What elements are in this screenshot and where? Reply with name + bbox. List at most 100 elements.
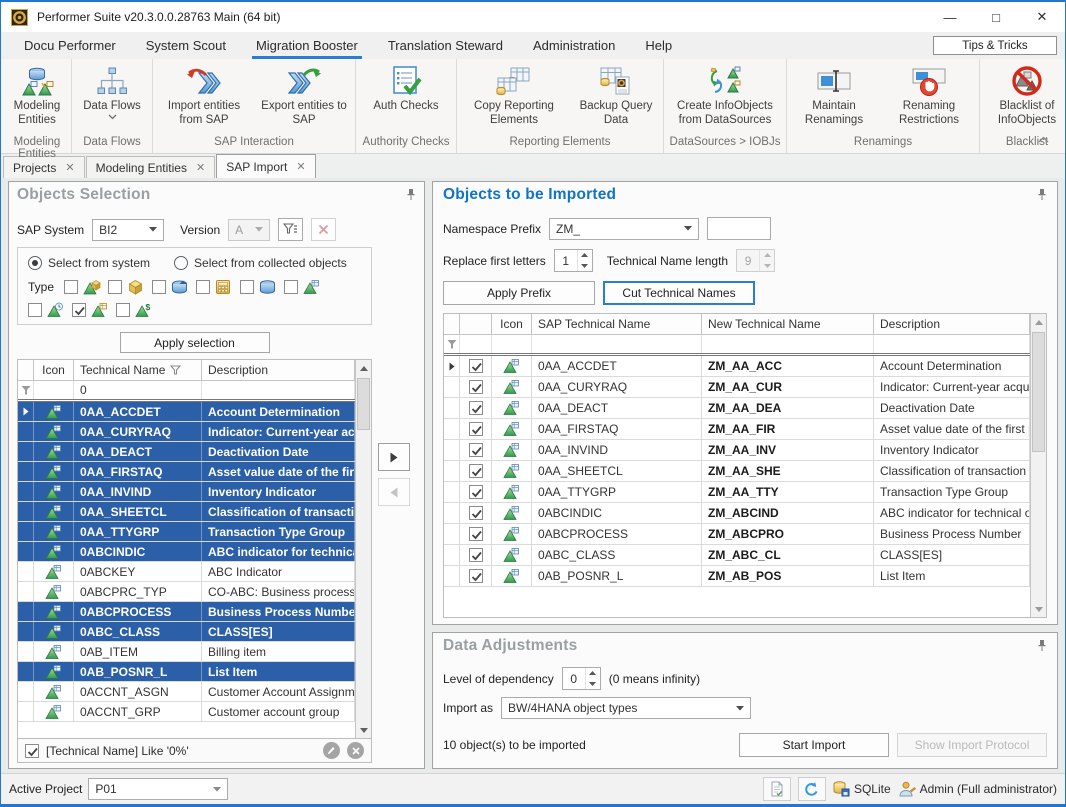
import-row-0AA_FIRSTAQ[interactable]: 0AA_FIRSTAQZM_AA_FIRAsset value date of …	[444, 419, 1030, 440]
object-row-0AB_POSNR_L[interactable]: 0AB_POSNR_LList Item	[18, 662, 355, 682]
type-filter-multiprovider[interactable]	[152, 279, 196, 295]
pin-icon[interactable]	[1037, 188, 1047, 201]
apply-selection-button[interactable]: Apply selection	[120, 332, 270, 353]
object-row-0ABC_CLASS[interactable]: 0ABC_CLASSCLASS[ES]	[18, 622, 355, 642]
database-indicator[interactable]: SQLite	[833, 781, 891, 797]
user-indicator[interactable]: Admin (Full administrator)	[898, 781, 1057, 797]
import-row-0AB_POSNR_L[interactable]: 0AB_POSNR_LZM_AB_POSList Item	[444, 566, 1030, 587]
import-row-0AA_INVIND[interactable]: 0AA_INVINDZM_AA_INVInventory Indicator	[444, 440, 1030, 461]
start-import-button[interactable]: Start Import	[739, 733, 889, 757]
refresh-button[interactable]	[798, 777, 826, 801]
clear-filter-button[interactable]	[311, 218, 336, 241]
ribbon-backup-query-data[interactable]: Backup Query Data	[570, 60, 662, 132]
object-row-0AA_TTYGRP[interactable]: 0AA_TTYGRPTransaction Type Group	[18, 522, 355, 542]
ribbon-auth-checks[interactable]: Auth Checks	[357, 60, 455, 132]
type-filter-cube[interactable]	[108, 279, 152, 295]
type-filter-characteristic-attr[interactable]	[72, 302, 116, 318]
import-checkbox[interactable]	[469, 485, 483, 499]
import-checkbox[interactable]	[469, 464, 483, 478]
filter-cell-technical-name[interactable]: 0	[74, 381, 202, 399]
checkbox[interactable]	[108, 280, 122, 294]
filter-settings-button[interactable]	[278, 218, 303, 241]
import-checkbox[interactable]	[469, 569, 483, 583]
type-filter-datastore[interactable]	[240, 279, 284, 295]
maximize-button[interactable]: □	[973, 2, 1019, 32]
column-header-description[interactable]: Description	[202, 360, 355, 380]
object-row-0ABCINDIC[interactable]: 0ABCINDICABC indicator for technical o..…	[18, 542, 355, 562]
protocol-document-button[interactable]	[763, 777, 791, 801]
level-of-dependency-stepper[interactable]: 0	[562, 667, 601, 690]
apply-prefix-button[interactable]: Apply Prefix	[443, 281, 595, 305]
import-checkbox[interactable]	[469, 380, 483, 394]
tab-close-icon[interactable]: ✕	[65, 161, 74, 174]
menu-translation-steward[interactable]: Translation Steward	[373, 32, 518, 59]
object-row-0ABCPROCESS[interactable]: 0ABCPROCESSBusiness Process Number	[18, 602, 355, 622]
filter-row-funnel-icon[interactable]	[18, 381, 34, 399]
sap-system-combo[interactable]: BI2	[92, 219, 164, 241]
object-row-0AB_ITEM[interactable]: 0AB_ITEMBilling item	[18, 642, 355, 662]
ribbon-maintain-renamings[interactable]: Maintain Renamings	[788, 60, 880, 132]
import-checkbox[interactable]	[469, 527, 483, 541]
close-filter-icon[interactable]	[347, 742, 364, 759]
import-row-0AA_CURYRAQ[interactable]: 0AA_CURYRAQZM_AA_CURIndicator: Current-y…	[444, 377, 1030, 398]
column-header-technical-name[interactable]: Technical Name	[74, 360, 202, 380]
column-header-checkbox[interactable]	[460, 314, 492, 334]
tab-modeling-entities[interactable]: Modeling Entities✕	[86, 156, 216, 178]
pin-icon[interactable]	[406, 188, 416, 201]
menu-help[interactable]: Help	[630, 32, 687, 59]
radio-select-from-collected-objects[interactable]: Select from collected objects	[174, 256, 347, 270]
object-row-0AA_CURYRAQ[interactable]: 0AA_CURYRAQIndicator: Current-year acqu.…	[18, 422, 355, 442]
import-checkbox[interactable]	[469, 548, 483, 562]
minimize-button[interactable]: —	[927, 2, 973, 32]
ribbon-data-flows[interactable]: Data Flows	[73, 60, 151, 132]
technical-name-length-stepper[interactable]: 9	[736, 249, 775, 272]
move-right-button[interactable]	[378, 443, 410, 471]
object-row-0ACCNT_ASGN[interactable]: 0ACCNT_ASGNCustomer Account Assignme...	[18, 682, 355, 702]
replace-first-letters-stepper[interactable]: 1	[554, 249, 593, 272]
import-row-0AA_DEACT[interactable]: 0AA_DEACTZM_AA_DEADeactivation Date	[444, 398, 1030, 419]
import-checkbox[interactable]	[469, 506, 483, 520]
object-row-0AA_INVIND[interactable]: 0AA_INVINDInventory Indicator	[18, 482, 355, 502]
ribbon-export-entities-to-sap[interactable]: Export entities to SAP	[254, 60, 354, 132]
menu-docu-performer[interactable]: Docu Performer	[9, 32, 131, 59]
tab-close-icon[interactable]: ✕	[196, 161, 205, 174]
type-filter-key-figure[interactable]	[196, 279, 240, 295]
import-row-0AA_TTYGRP[interactable]: 0AA_TTYGRPZM_AA_TTYTransaction Type Grou…	[444, 482, 1030, 503]
ribbon-copy-reporting-elements[interactable]: Copy Reporting Elements	[458, 60, 570, 132]
import-row-0AA_SHEETCL[interactable]: 0AA_SHEETCLZM_AA_SHEClassification of tr…	[444, 461, 1030, 482]
show-import-protocol-button[interactable]: Show Import Protocol	[897, 733, 1047, 757]
menu-system-scout[interactable]: System Scout	[131, 32, 241, 59]
object-row-0AA_FIRSTAQ[interactable]: 0AA_FIRSTAQAsset value date of the first…	[18, 462, 355, 482]
close-button[interactable]: ✕	[1019, 2, 1065, 32]
namespace-suffix-input[interactable]	[707, 217, 771, 240]
right-grid-scrollbar[interactable]	[1030, 314, 1046, 617]
column-header-sap-technical-name[interactable]: SAP Technical Name	[532, 314, 702, 334]
checkbox[interactable]	[284, 280, 298, 294]
ribbon-blacklist-of-infoobjects[interactable]: Blacklist of InfoObjects	[981, 60, 1066, 132]
object-row-0AA_DEACT[interactable]: 0AA_DEACTDeactivation Date	[18, 442, 355, 462]
menu-administration[interactable]: Administration	[518, 32, 630, 59]
ribbon-renaming-restrictions[interactable]: Renaming Restrictions	[880, 60, 978, 132]
namespace-prefix-combo[interactable]: ZM_	[549, 218, 699, 240]
import-checkbox[interactable]	[469, 422, 483, 436]
object-row-0ACCNT_GRP[interactable]: 0ACCNT_GRPCustomer account group	[18, 702, 355, 722]
column-header-description[interactable]: Description	[874, 314, 1030, 334]
filter-cell-description[interactable]	[202, 381, 355, 399]
active-project-combo[interactable]: P01	[88, 778, 228, 800]
type-filter-currency-key-figure[interactable]: $	[116, 302, 160, 318]
type-filter-time-characteristic[interactable]	[28, 302, 72, 318]
filter-enabled-checkbox[interactable]	[25, 744, 39, 758]
import-row-0AA_ACCDET[interactable]: 0AA_ACCDETZM_AA_ACCAccount Determination	[444, 356, 1030, 377]
checkbox[interactable]	[28, 303, 42, 317]
menu-migration-booster[interactable]: Migration Booster	[241, 32, 373, 59]
checkbox[interactable]	[64, 280, 78, 294]
ribbon-create-infoobjects-from-datasources[interactable]: Create InfoObjects from DataSources	[665, 60, 785, 132]
left-grid-scrollbar[interactable]	[355, 360, 371, 738]
column-header-new-technical-name[interactable]: New Technical Name	[702, 314, 874, 334]
object-row-0AA_ACCDET[interactable]: 0AA_ACCDETAccount Determination	[18, 402, 355, 422]
tab-close-icon[interactable]: ✕	[296, 160, 305, 173]
column-header-icon[interactable]: Icon	[492, 314, 532, 334]
import-checkbox[interactable]	[469, 443, 483, 457]
checkbox[interactable]	[152, 280, 166, 294]
import-row-0ABCINDIC[interactable]: 0ABCINDICZM_ABCINDABC indicator for tech…	[444, 503, 1030, 524]
